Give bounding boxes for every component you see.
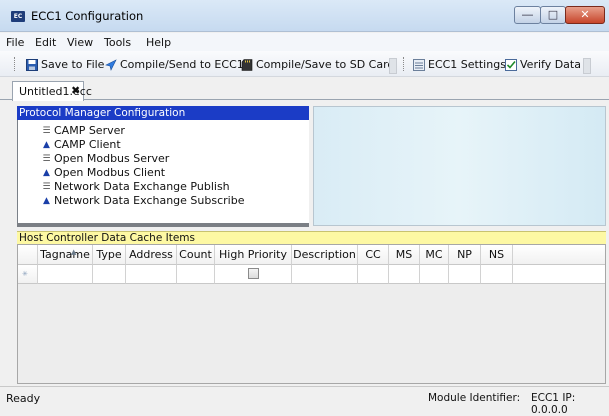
- column-header[interactable]: Type: [93, 245, 126, 265]
- menu-bar: File Edit View Tools Help: [0, 33, 609, 51]
- pm-item-label: CAMP Server: [54, 124, 125, 137]
- sort-caret-icon: ▲: [71, 248, 77, 256]
- cell-filler: [513, 265, 605, 284]
- client-icon: ▲: [43, 139, 50, 150]
- toolbar-overflow-handle[interactable]: [389, 58, 397, 74]
- cell-high-priority: [215, 265, 292, 284]
- cache-items-grid: ▲ Tagname Type Address Count High Priori…: [17, 244, 606, 384]
- verify-data-label: Verify Data: [520, 58, 581, 71]
- cell-ns[interactable]: [481, 265, 513, 284]
- cell-type[interactable]: [93, 265, 126, 284]
- compile-sd-label: Compile/Save to SD Card: [256, 58, 395, 71]
- column-header[interactable]: MC: [420, 245, 449, 265]
- cell-tagname[interactable]: [38, 265, 93, 284]
- panel-splitter[interactable]: [17, 223, 309, 227]
- ecc1-settings-button[interactable]: ECC1 Settings: [413, 56, 506, 73]
- column-header-filler: [513, 245, 605, 265]
- protocol-manager-header: Protocol Manager Configuration: [17, 106, 309, 120]
- server-icon: ☰: [42, 125, 51, 136]
- toolbar-overflow-handle-2[interactable]: [583, 58, 591, 74]
- column-header[interactable]: High Priority: [215, 245, 292, 265]
- cell-np[interactable]: [449, 265, 481, 284]
- maximize-icon: □: [547, 8, 559, 21]
- close-button[interactable]: ✕: [565, 6, 605, 24]
- sd-card-icon: [241, 58, 253, 71]
- save-to-file-label: Save to File: [41, 58, 105, 71]
- tab-label: Untitled1.ecc: [19, 85, 92, 98]
- cell-cc[interactable]: [358, 265, 389, 284]
- status-ip: ECC1 IP: 0.0.0.0: [531, 392, 576, 416]
- column-header[interactable]: Description: [292, 245, 358, 265]
- server-icon: ☰: [42, 181, 51, 192]
- cell-address[interactable]: [126, 265, 177, 284]
- tab-close-icon[interactable]: ✖: [71, 84, 80, 97]
- status-module-identifier: Module Identifier:: [428, 392, 521, 404]
- column-header[interactable]: NS: [481, 245, 513, 265]
- floppy-disk-icon: [26, 58, 38, 71]
- send-arrow-icon: [105, 58, 117, 71]
- toolbar-grip[interactable]: [14, 57, 18, 71]
- ecc1-settings-label: ECC1 Settings: [428, 58, 506, 71]
- column-header[interactable]: CC: [358, 245, 389, 265]
- pm-item-label: Open Modbus Server: [54, 152, 170, 165]
- client-icon: ▲: [43, 167, 50, 178]
- status-bar: Ready Module Identifier: ECC1 IP: 0.0.0.…: [0, 386, 609, 416]
- pm-item-nde-publish[interactable]: ☰ Network Data Exchange Publish: [42, 180, 230, 193]
- new-row-header[interactable]: ✳: [18, 265, 38, 284]
- menu-tools[interactable]: Tools: [104, 36, 131, 49]
- cell-description[interactable]: [292, 265, 358, 284]
- pm-item-open-modbus-server[interactable]: ☰ Open Modbus Server: [42, 152, 169, 165]
- high-priority-checkbox[interactable]: [248, 268, 259, 279]
- verify-data-button[interactable]: Verify Data: [505, 56, 581, 73]
- column-header[interactable]: NP: [449, 245, 481, 265]
- toolbar-grip-2[interactable]: [403, 57, 407, 71]
- column-header[interactable]: ▲ Tagname: [38, 245, 93, 265]
- pm-item-label: Network Data Exchange Publish: [54, 180, 230, 193]
- pm-item-open-modbus-client[interactable]: ▲ Open Modbus Client: [42, 166, 165, 179]
- column-header[interactable]: MS: [389, 245, 420, 265]
- compile-sd-button[interactable]: Compile/Save to SD Card: [241, 56, 394, 73]
- tab-untitled1[interactable]: Untitled1.ecc ✖: [12, 81, 92, 101]
- cell-count[interactable]: [177, 265, 215, 284]
- close-icon: ✕: [580, 8, 590, 21]
- pm-item-nde-subscribe[interactable]: ▲ Network Data Exchange Subscribe: [42, 194, 244, 207]
- properties-panel: [313, 106, 606, 226]
- menu-edit[interactable]: Edit: [35, 36, 56, 49]
- pm-item-label: Open Modbus Client: [54, 166, 166, 179]
- client-icon: ▲: [43, 195, 50, 206]
- pm-item-camp-server[interactable]: ☰ CAMP Server: [42, 124, 125, 137]
- menu-help[interactable]: Help: [146, 36, 171, 49]
- new-row-icon: ✳: [22, 270, 28, 278]
- minimize-icon: ―: [522, 8, 533, 21]
- row-header-corner: [18, 245, 38, 265]
- column-header[interactable]: Address: [126, 245, 177, 265]
- window-title: ECC1 Configuration: [31, 9, 144, 23]
- menu-view[interactable]: View: [67, 36, 93, 49]
- title-bar: EC ECC1 Configuration ― □ ✕: [0, 0, 609, 32]
- cell-ms[interactable]: [389, 265, 420, 284]
- settings-grid-icon: [413, 58, 425, 71]
- maximize-button[interactable]: □: [540, 6, 566, 24]
- column-header[interactable]: Count: [177, 245, 215, 265]
- menu-file[interactable]: File: [6, 36, 24, 49]
- save-to-file-button[interactable]: Save to File: [26, 56, 104, 73]
- minimize-button[interactable]: ―: [514, 6, 541, 24]
- compile-send-label: Compile/Send to ECC1: [120, 58, 244, 71]
- compile-send-button[interactable]: Compile/Send to ECC1: [105, 56, 244, 73]
- cache-items-header: Host Controller Data Cache Items: [17, 231, 606, 244]
- protocol-manager-list: ☰ CAMP Server ▲ CAMP Client ☰ Open Modbu…: [17, 120, 309, 330]
- pm-item-label: CAMP Client: [54, 138, 121, 151]
- server-icon: ☰: [42, 153, 51, 164]
- pm-item-camp-client[interactable]: ▲ CAMP Client: [42, 138, 121, 151]
- toolbar: Save to File Compile/Send to ECC1 Compil…: [0, 51, 609, 77]
- pm-item-label: Network Data Exchange Subscribe: [54, 194, 245, 207]
- cell-mc[interactable]: [420, 265, 449, 284]
- checkmark-doc-icon: [505, 58, 517, 71]
- app-icon: EC: [11, 11, 25, 22]
- column-label: Tagname: [40, 248, 90, 261]
- status-ready: Ready: [6, 392, 41, 405]
